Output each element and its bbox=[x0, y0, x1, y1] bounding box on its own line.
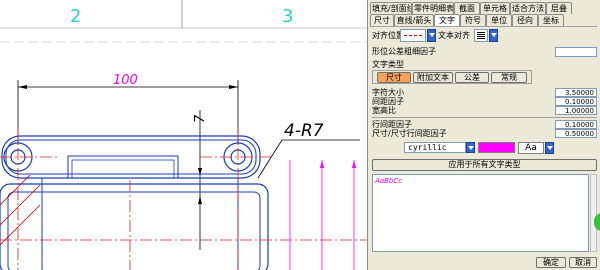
tab-divider bbox=[370, 26, 597, 27]
align-position-select[interactable] bbox=[400, 29, 426, 42]
font-style-select[interactable]: Aa bbox=[518, 142, 544, 154]
font-style-dropdown[interactable] bbox=[545, 142, 554, 154]
tolerance-scale-input[interactable] bbox=[555, 47, 597, 57]
tab-section[interactable]: 截面 bbox=[454, 2, 480, 14]
preview-scrollbar[interactable] bbox=[590, 174, 597, 252]
dimension-height-label: 7 bbox=[193, 114, 208, 123]
tab-layer[interactable]: 层叠 bbox=[546, 2, 572, 14]
cancel-button[interactable]: 取消 bbox=[569, 257, 597, 268]
tab-symbol[interactable]: 符号 bbox=[460, 14, 486, 26]
tab-text[interactable]: 文字 bbox=[434, 14, 460, 26]
tolerance-scale-label: 形位公差粗细因子 bbox=[372, 47, 436, 56]
tab-hatch[interactable]: 填充/剖面线 bbox=[370, 2, 412, 14]
dimension-width-label: 100 bbox=[113, 73, 138, 88]
apply-all-button[interactable]: 应用于所有文字类型 bbox=[372, 159, 597, 171]
tab-dimension[interactable]: 尺寸 bbox=[370, 14, 394, 26]
cad-drawing: 2 3 100 7 4-R7 bbox=[0, 0, 367, 270]
rows-divider bbox=[372, 117, 597, 118]
dim-line-spacing-input[interactable]: 0.50000 bbox=[555, 129, 597, 138]
line-spacing-input[interactable]: 0.10000 bbox=[555, 120, 597, 129]
spacing-factor-input[interactable]: 0.10000 bbox=[555, 97, 597, 106]
tab-parts-list[interactable]: 零件明细表 bbox=[412, 2, 454, 14]
tab-row-2: 尺寸 直线/箭头 文字 符号 单位 径向 坐标 bbox=[370, 14, 564, 26]
tab-coordinate[interactable]: 坐标 bbox=[538, 14, 564, 26]
tab-cell[interactable]: 单元格 bbox=[480, 2, 510, 14]
tab-line-arrow[interactable]: 直线/箭头 bbox=[394, 14, 434, 26]
tab-unit[interactable]: 单位 bbox=[486, 14, 512, 26]
char-size-input[interactable]: 3.50000 bbox=[555, 88, 597, 97]
text-preview-box: AaBbCc bbox=[372, 174, 589, 252]
text-type-additional-button[interactable]: 附加文本 bbox=[413, 72, 453, 83]
text-type-general-button[interactable]: 常规 bbox=[491, 72, 527, 83]
text-align-dropdown[interactable] bbox=[489, 29, 498, 42]
text-type-group: 尺寸 附加文本 公差 常规 bbox=[372, 70, 532, 84]
radius-note: 4-R7 bbox=[284, 121, 324, 141]
tab-radial[interactable]: 径向 bbox=[512, 14, 538, 26]
align-preview-icon bbox=[404, 35, 422, 36]
tab-fit-method[interactable]: 适合方法 bbox=[510, 2, 546, 14]
drawing-canvas[interactable]: 2 3 100 7 4-R7 bbox=[0, 0, 367, 270]
text-type-dimension-button[interactable]: 尺寸 bbox=[377, 72, 411, 83]
align-position-dropdown[interactable] bbox=[427, 29, 436, 42]
text-align-select[interactable] bbox=[474, 29, 488, 42]
ok-button[interactable]: 确定 bbox=[536, 257, 566, 268]
font-name-dropdown[interactable] bbox=[466, 142, 475, 153]
dim-line-spacing-label: 尺寸/尺寸行间距因子 bbox=[372, 129, 447, 138]
text-align-label: 文本对齐 bbox=[438, 31, 470, 40]
preview-text: AaBbCc bbox=[375, 177, 403, 185]
column-number-2: 2 bbox=[70, 6, 81, 27]
aspect-ratio-input[interactable]: 1.00000 bbox=[555, 106, 597, 115]
aspect-ratio-label: 宽高比 bbox=[372, 106, 396, 115]
dimension-style-panel: 填充/剖面线 零件明细表 截面 单元格 适合方法 层叠 尺寸 直线/箭头 文字 … bbox=[367, 0, 600, 270]
text-align-icon bbox=[477, 32, 485, 33]
font-name-select[interactable]: cyrillic bbox=[404, 142, 466, 153]
font-color-swatch[interactable] bbox=[478, 142, 515, 153]
column-number-3: 3 bbox=[282, 6, 293, 27]
text-type-label: 文字类型 bbox=[372, 60, 404, 69]
tab-row-1: 填充/剖面线 零件明细表 截面 单元格 适合方法 层叠 bbox=[370, 2, 572, 14]
text-type-tolerance-button[interactable]: 公差 bbox=[455, 72, 489, 83]
